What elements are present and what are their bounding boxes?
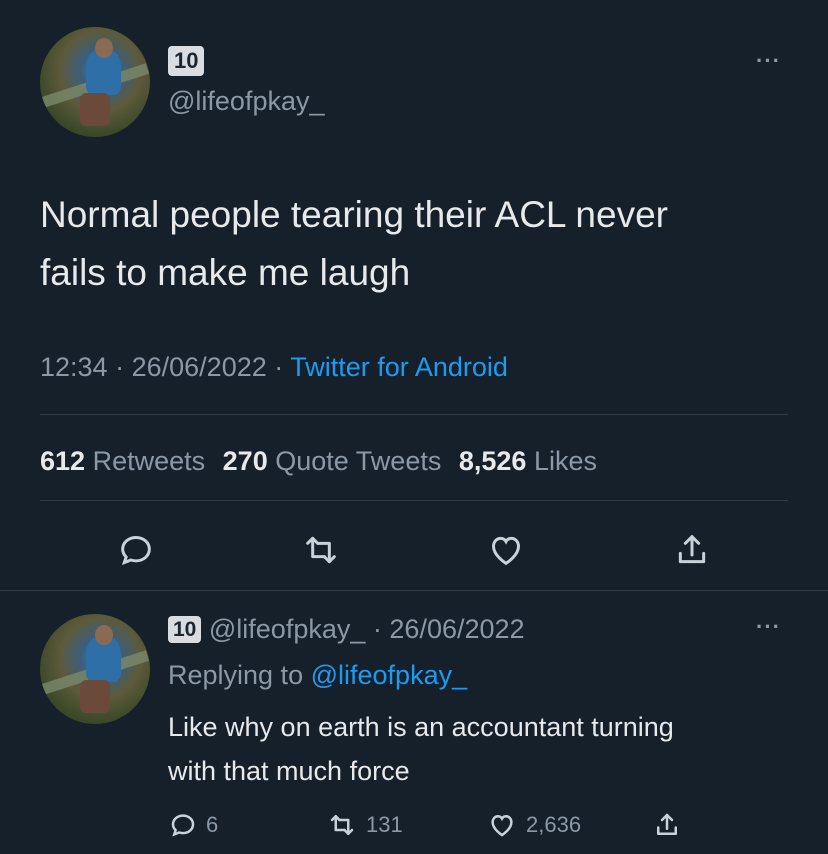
more-options-icon[interactable]: ··· <box>756 48 781 74</box>
avatar[interactable] <box>40 27 150 137</box>
tweet-source[interactable]: Twitter for Android <box>290 352 508 382</box>
divider <box>0 590 828 591</box>
tweet-date[interactable]: 26/06/2022 <box>132 352 267 382</box>
more-options-icon[interactable]: ··· <box>756 614 781 640</box>
divider <box>40 414 788 415</box>
quote-tweets-stat[interactable]: 270 Quote Tweets <box>223 446 442 476</box>
retweets-stat[interactable]: 612 Retweets <box>40 446 205 476</box>
reply-date[interactable]: 26/06/2022 <box>389 614 524 644</box>
replying-to-handle[interactable]: @lifeofpkay_ <box>311 660 468 690</box>
heart-icon <box>486 810 518 840</box>
reply-icon <box>168 810 198 840</box>
reply-action[interactable]: 6 <box>168 810 218 840</box>
share-icon[interactable] <box>652 810 682 840</box>
reply-count: 6 <box>206 812 219 837</box>
retweet-action[interactable]: 131 <box>326 810 403 840</box>
retweet-icon <box>326 810 358 840</box>
divider <box>40 500 788 501</box>
heart-icon[interactable] <box>486 530 526 570</box>
reply-header: 10 @lifeofpkay_ · 26/06/2022 <box>168 614 525 645</box>
retweet-icon[interactable] <box>300 530 342 570</box>
tweet-time[interactable]: 12:34 <box>40 352 108 382</box>
badge-10: 10 <box>168 616 202 643</box>
reply-username[interactable]: @lifeofpkay_ <box>209 614 366 644</box>
reply-avatar[interactable] <box>40 614 150 724</box>
share-icon[interactable] <box>672 530 712 570</box>
like-action[interactable]: 2,636 <box>486 810 581 840</box>
reply-icon[interactable] <box>116 530 156 570</box>
tweet-meta: 12:34 · 26/06/2022 · Twitter for Android <box>40 352 508 382</box>
retweet-count: 131 <box>366 812 403 837</box>
replying-to: Replying to @lifeofpkay_ <box>168 660 468 690</box>
likes-stat[interactable]: 8,526 Likes <box>459 446 597 476</box>
display-name-badge[interactable]: 10 <box>168 46 205 76</box>
badge-10: 10 <box>168 46 205 76</box>
username[interactable]: @lifeofpkay_ <box>168 86 325 117</box>
like-count: 2,636 <box>526 812 582 837</box>
tweet-text-line-1: Normal people tearing their ACL never <box>40 194 668 235</box>
reply-text-line-1: Like why on earth is an accountant turni… <box>168 712 674 742</box>
tweet-text-line-2: fails to make me laugh <box>40 252 411 293</box>
reply-text-line-2: with that much force <box>168 756 410 786</box>
tweet-stats: 612 Retweets 270 Quote Tweets 8,526 Like… <box>40 446 597 477</box>
